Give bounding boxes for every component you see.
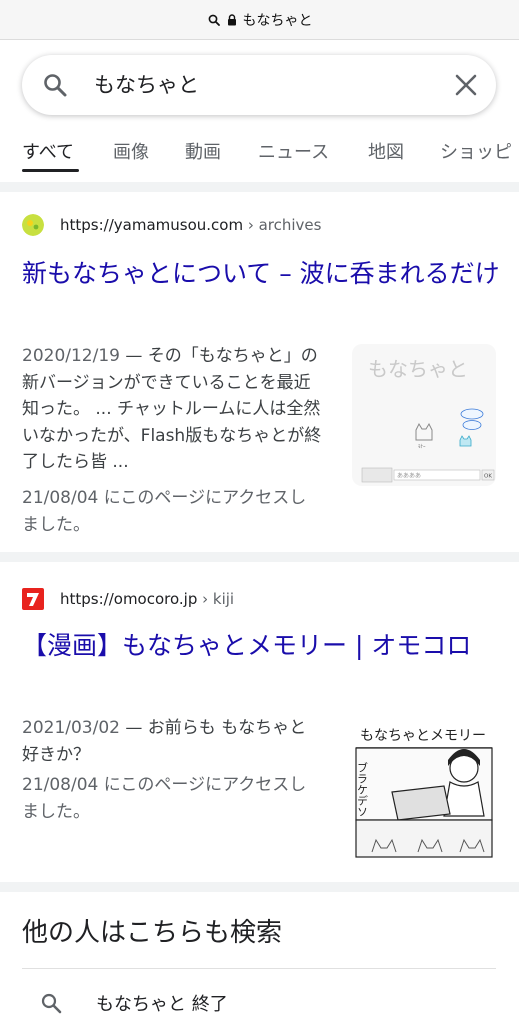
- active-tab-indicator: [22, 169, 79, 172]
- visited-note: 21/08/04 にこのページにアクセスしました。: [22, 488, 307, 535]
- site-favicon-icon: [22, 214, 44, 236]
- thumb-title-text: もなちゃと: [368, 357, 468, 381]
- tab-videos[interactable]: 動画: [185, 138, 221, 164]
- search-tabs: すべて 画像 動画 ニュース 地図 ショッピ: [0, 128, 519, 174]
- visited-note: 21/08/04 にこのページにアクセスしました。: [22, 775, 307, 822]
- divider: [22, 968, 496, 969]
- tab-all[interactable]: すべて: [22, 138, 74, 164]
- result-source[interactable]: https://yamamusou.com › archives: [22, 214, 321, 236]
- search-box[interactable]: もなちゃと: [22, 55, 496, 115]
- browser-url-bar[interactable]: もなちゃと: [0, 0, 519, 40]
- search-icon[interactable]: [42, 72, 68, 98]
- result-thumbnail[interactable]: もなちゃとメモリー ブラケデソ: [352, 716, 496, 861]
- thumb-title-text: もなちゃとメモリー: [360, 728, 486, 744]
- result-date: 2020/12/19: [22, 346, 120, 366]
- tab-news[interactable]: ニュース: [258, 138, 329, 164]
- section-divider: [0, 182, 519, 192]
- search-input[interactable]: もなちゃと: [94, 71, 199, 99]
- result-thumbnail[interactable]: もなちゃと ﾓﾅｰ ああああ OK: [352, 344, 496, 486]
- thumb-input-text: ああああ: [397, 473, 421, 480]
- search-icon: [41, 993, 62, 1014]
- close-icon[interactable]: [452, 71, 480, 99]
- result-title-link[interactable]: 【漫画】もなちゃとメモリー | オモコロ: [22, 627, 500, 665]
- result-snippet: 2021/03/02 — お前らも もなちゃと 好きか？: [22, 715, 322, 768]
- result-title-link[interactable]: 新もなちゃとについて – 波に呑まれるだけ: [22, 255, 500, 293]
- thumb-ok-text: OK: [484, 474, 492, 480]
- site-favicon-icon: [22, 588, 44, 610]
- section-divider: [0, 882, 519, 892]
- result-snippet: 2020/12/19 — その「もなちゃと」の新バージョンができていることを最近…: [22, 343, 322, 476]
- tab-shopping[interactable]: ショッピ: [440, 138, 512, 164]
- lock-icon: [225, 13, 239, 27]
- result-date: 2021/03/02: [22, 718, 120, 738]
- result-source[interactable]: https://omocoro.jp › kiji: [22, 588, 234, 610]
- related-search-label: もなちゃと 終了: [96, 994, 228, 1015]
- tab-images[interactable]: 画像: [113, 138, 149, 164]
- result-url: https://yamamusou.com › archives: [60, 216, 322, 234]
- thumb-side-text: ブラケデソ: [356, 761, 369, 817]
- section-divider: [0, 552, 519, 562]
- search-icon: [207, 13, 221, 27]
- tab-maps[interactable]: 地図: [368, 138, 404, 164]
- url-text: もなちゃと: [242, 12, 313, 29]
- svg-text:ﾓﾅｰ: ﾓﾅｰ: [418, 444, 426, 450]
- related-searches-title: 他の人はこちらも検索: [22, 918, 283, 948]
- result-url: https://omocoro.jp › kiji: [60, 590, 235, 608]
- related-search-item[interactable]: もなちゃと 終了: [22, 985, 496, 1021]
